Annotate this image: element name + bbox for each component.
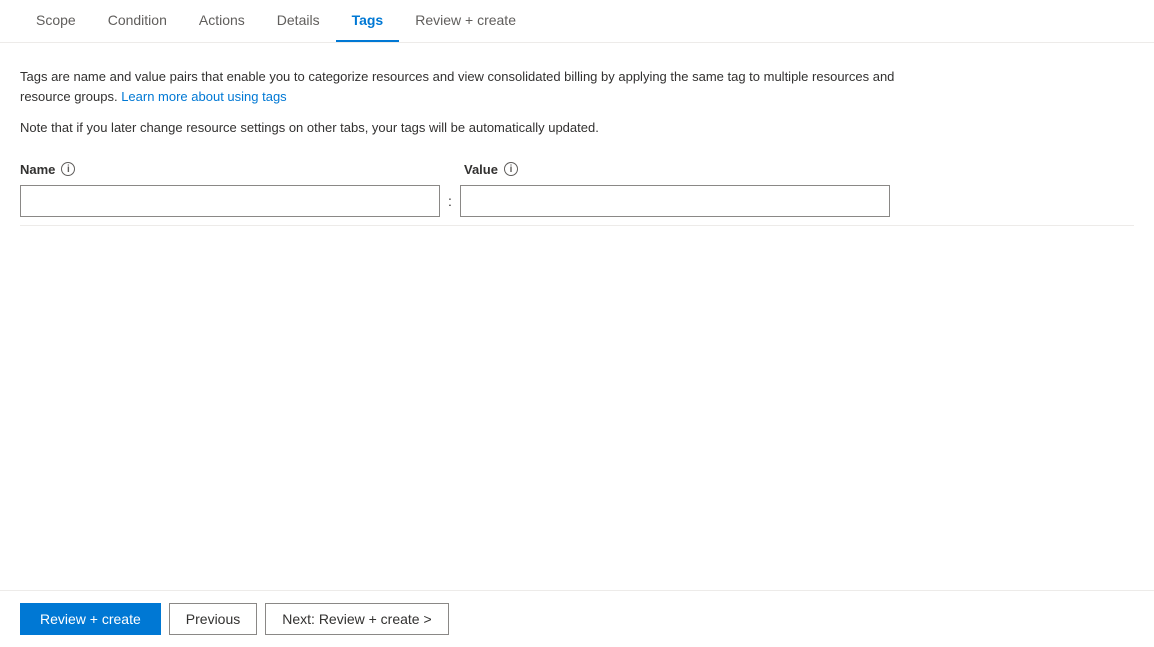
tab-review-create[interactable]: Review + create	[399, 0, 532, 42]
tab-condition[interactable]: Condition	[92, 0, 183, 42]
tab-tags[interactable]: Tags	[336, 0, 400, 42]
content-area: Tags are name and value pairs that enabl…	[0, 43, 1154, 250]
learn-more-link[interactable]: Learn more about using tags	[121, 89, 287, 104]
value-info-icon[interactable]: i	[504, 162, 518, 176]
footer: Review + create Previous Next: Review + …	[0, 590, 1154, 647]
name-header: Name i	[20, 162, 440, 177]
tab-details[interactable]: Details	[261, 0, 336, 42]
tab-actions[interactable]: Actions	[183, 0, 261, 42]
colon-separator: :	[440, 193, 460, 209]
form-headers: Name i Value i	[20, 162, 1134, 177]
tag-form-row: :	[20, 185, 1134, 226]
previous-button[interactable]: Previous	[169, 603, 257, 635]
tab-navigation: Scope Condition Actions Details Tags Rev…	[0, 0, 1154, 43]
note-paragraph: Note that if you later change resource s…	[20, 118, 1134, 138]
name-info-icon[interactable]: i	[61, 162, 75, 176]
tab-scope[interactable]: Scope	[20, 0, 92, 42]
value-header: Value i	[464, 162, 518, 177]
description-paragraph: Tags are name and value pairs that enabl…	[20, 67, 920, 106]
review-create-button[interactable]: Review + create	[20, 603, 161, 635]
main-content: Scope Condition Actions Details Tags Rev…	[0, 0, 1154, 590]
tag-name-input[interactable]	[20, 185, 440, 217]
tags-form: Name i Value i :	[20, 162, 1134, 226]
tag-value-input[interactable]	[460, 185, 890, 217]
next-button[interactable]: Next: Review + create >	[265, 603, 448, 635]
